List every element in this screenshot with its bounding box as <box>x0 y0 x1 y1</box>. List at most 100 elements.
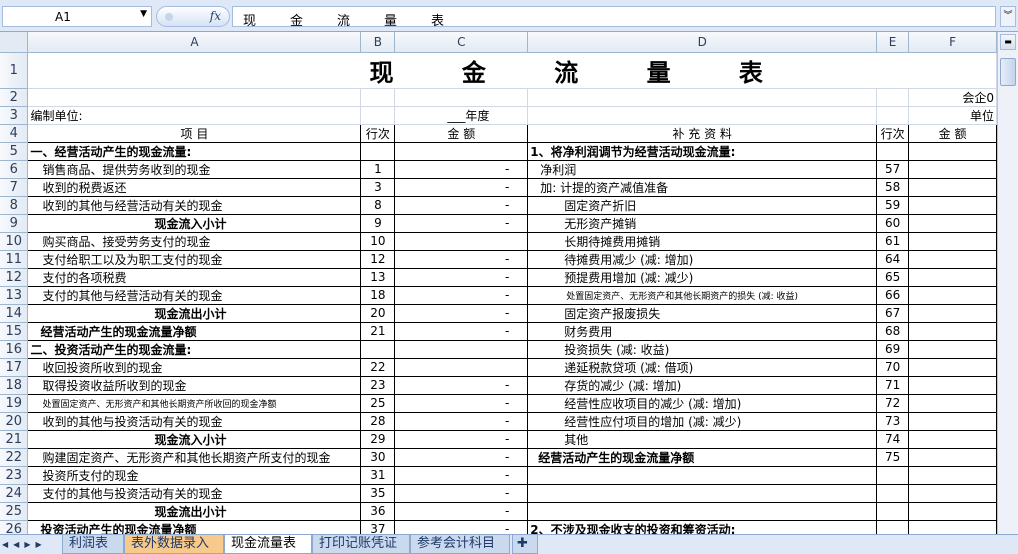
supplement-label[interactable]: 长期待摊费用摊销 <box>527 232 878 251</box>
amount-value-2[interactable] <box>908 394 997 413</box>
amount-value-2[interactable] <box>908 142 997 161</box>
amount-value[interactable]: - <box>394 430 529 449</box>
company-note[interactable]: 会企0 <box>908 88 997 107</box>
line-number[interactable]: 35 <box>360 484 396 503</box>
line-number[interactable] <box>360 142 396 161</box>
row-header[interactable]: 3 <box>0 106 29 125</box>
amount-value[interactable]: - <box>394 160 529 179</box>
amount-value-2[interactable] <box>908 232 997 251</box>
amount-value[interactable]: - <box>394 214 529 233</box>
line-number-2[interactable] <box>876 502 910 521</box>
row-header[interactable]: 6 <box>0 160 29 179</box>
item-label[interactable]: 一、经营活动产生的现金流量: <box>27 142 362 161</box>
line-number[interactable]: 3 <box>360 178 396 197</box>
head-item[interactable]: 项 目 <box>27 124 362 143</box>
line-number-2[interactable]: 58 <box>876 178 910 197</box>
row-header[interactable]: 8 <box>0 196 29 215</box>
line-number[interactable]: 13 <box>360 268 396 287</box>
amount-value[interactable]: - <box>394 448 529 467</box>
prev-sheet-icon[interactable]: ◀ <box>13 540 24 549</box>
supplement-label[interactable]: 处置固定资产、无形资产和其他长期资产的损失 (减: 收益) <box>527 286 878 305</box>
line-number[interactable]: 37 <box>360 520 396 534</box>
row-header[interactable]: 11 <box>0 250 29 269</box>
line-number[interactable] <box>360 340 396 359</box>
line-number-2[interactable]: 72 <box>876 394 910 413</box>
row-header[interactable]: 20 <box>0 412 29 431</box>
line-number-2[interactable]: 73 <box>876 412 910 431</box>
amount-value[interactable] <box>394 358 529 377</box>
column-header-c[interactable]: C <box>394 32 529 53</box>
line-number-2[interactable]: 71 <box>876 376 910 395</box>
select-all-corner[interactable] <box>0 32 29 53</box>
supplement-label[interactable]: 经营活动产生的现金流量净额 <box>527 448 878 467</box>
line-number-2[interactable]: 68 <box>876 322 910 341</box>
supplement-label[interactable]: 经营性应收项目的减少 (减: 增加) <box>527 394 878 413</box>
amount-value-2[interactable] <box>908 250 997 269</box>
insert-function-button[interactable]: fx <box>156 6 230 27</box>
cell[interactable] <box>360 88 396 107</box>
amount-value[interactable]: - <box>394 484 529 503</box>
row-header[interactable]: 14 <box>0 304 29 323</box>
amount-value[interactable]: - <box>394 466 529 485</box>
supplement-label[interactable]: 净利润 <box>527 160 878 179</box>
line-number-2[interactable] <box>876 142 910 161</box>
supplement-label[interactable] <box>527 502 878 521</box>
name-box[interactable]: A1 ▼ <box>2 6 152 27</box>
line-number[interactable]: 36 <box>360 502 396 521</box>
supplement-label[interactable] <box>527 466 878 485</box>
amount-value[interactable]: - <box>394 520 529 534</box>
cell[interactable] <box>876 88 910 107</box>
item-label[interactable]: 支付的其他与投资活动有关的现金 <box>27 484 362 503</box>
item-label[interactable]: 二、投资活动产生的现金流量: <box>27 340 362 359</box>
amount-value[interactable]: - <box>394 376 529 395</box>
vertical-scrollbar[interactable]: ▬ <box>997 32 1018 534</box>
unit-note[interactable]: 单位 <box>908 106 997 125</box>
row-header[interactable]: 24 <box>0 484 29 503</box>
amount-value-2[interactable] <box>908 520 997 534</box>
item-label[interactable]: 购买商品、接受劳务支付的现金 <box>27 232 362 251</box>
row-header[interactable]: 18 <box>0 376 29 395</box>
amount-value[interactable]: - <box>394 412 529 431</box>
row-header[interactable]: 12 <box>0 268 29 287</box>
line-number-2[interactable] <box>876 484 910 503</box>
spreadsheet-grid[interactable]: A B C D E F 1 现 金 流 量 表 2 会企0 3 编制单位: __… <box>0 32 997 534</box>
line-number[interactable]: 21 <box>360 322 396 341</box>
cell[interactable] <box>394 88 529 107</box>
amount-value[interactable] <box>394 142 529 161</box>
item-label[interactable]: 现金流入小计 <box>27 214 362 233</box>
row-header[interactable]: 25 <box>0 502 29 521</box>
supplement-label[interactable]: 存货的减少 (减: 增加) <box>527 376 878 395</box>
amount-value-2[interactable] <box>908 466 997 485</box>
amount-value-2[interactable] <box>908 286 997 305</box>
amount-value[interactable]: - <box>394 394 529 413</box>
item-label[interactable]: 支付给职工以及为职工支付的现金 <box>27 250 362 269</box>
supplement-label[interactable]: 经营性应付项目的增加 (减: 减少) <box>527 412 878 431</box>
item-label[interactable]: 购建固定资产、无形资产和其他长期资产所支付的现金 <box>27 448 362 467</box>
supplement-label[interactable]: 其他 <box>527 430 878 449</box>
amount-value[interactable]: - <box>394 286 529 305</box>
head-amount-2[interactable]: 金 额 <box>908 124 997 143</box>
cell[interactable] <box>527 88 878 107</box>
supplement-label[interactable]: 1、将净利润调节为经营活动现金流量: <box>527 142 878 161</box>
amount-value-2[interactable] <box>908 304 997 323</box>
tab-navigation[interactable]: ◀◀▶▶ <box>2 537 60 553</box>
amount-value-2[interactable] <box>908 502 997 521</box>
row-header[interactable]: 22 <box>0 448 29 467</box>
item-label[interactable]: 销售商品、提供劳务收到的现金 <box>27 160 362 179</box>
head-supplement[interactable]: 补 充 资 料 <box>527 124 878 143</box>
amount-value-2[interactable] <box>908 268 997 287</box>
compiler-label[interactable]: 编制单位: <box>27 106 362 125</box>
insert-sheet-button[interactable]: ✚ <box>512 535 538 554</box>
line-number-2[interactable]: 75 <box>876 448 910 467</box>
supplement-label[interactable]: 固定资产报废损失 <box>527 304 878 323</box>
line-number-2[interactable]: 64 <box>876 250 910 269</box>
item-label[interactable]: 投资所支付的现金 <box>27 466 362 485</box>
row-header[interactable]: 13 <box>0 286 29 305</box>
amount-value[interactable] <box>394 340 529 359</box>
formula-expand-button[interactable]: ︾ <box>1000 6 1016 27</box>
amount-value-2[interactable] <box>908 178 997 197</box>
line-number[interactable]: 30 <box>360 448 396 467</box>
amount-value-2[interactable] <box>908 358 997 377</box>
cell[interactable] <box>27 88 362 107</box>
sheet-tab[interactable]: 现金流量表 <box>224 535 312 554</box>
